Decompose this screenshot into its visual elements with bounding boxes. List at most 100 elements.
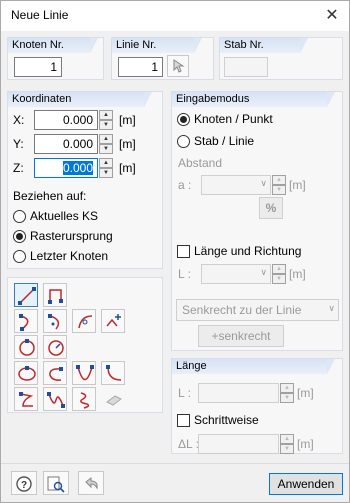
- group-knoten-header: Knoten Nr.: [8, 38, 98, 53]
- line-type-helix[interactable]: [72, 387, 96, 411]
- line-type-nurbs[interactable]: [43, 387, 67, 411]
- line-type-ellipse[interactable]: [14, 361, 38, 385]
- svg-text:?: ?: [21, 480, 27, 491]
- radio-letzter-knoten-label[interactable]: Letzter Knoten: [30, 249, 108, 263]
- nurbs-icon: [47, 392, 65, 408]
- group-eingabemodus-header: Eingabemodus: [172, 92, 335, 107]
- help-button[interactable]: ?: [11, 471, 37, 495]
- eraser-icon: [106, 395, 122, 406]
- radio-stab-linie[interactable]: [177, 135, 190, 148]
- line-type-spline-points[interactable]: [101, 309, 125, 333]
- polyline-icon: [48, 289, 63, 304]
- helix-icon: [80, 392, 90, 409]
- line-type-circle-center[interactable]: [43, 335, 67, 359]
- stab-nr-field[interactable]: [224, 57, 268, 77]
- group-laenge: Länge L : ▲ ▼ [m] Schrittweise ΔL : ▲ ▼ [m…: [171, 358, 343, 454]
- line-type-polyline[interactable]: [43, 283, 67, 307]
- help-icon: ?: [16, 476, 32, 492]
- laenge-combo[interactable]: ∨: [201, 264, 271, 284]
- pick-pointer-icon: [173, 59, 185, 73]
- arc-tangent-icon: [78, 315, 93, 329]
- z-label: Z:: [13, 161, 24, 175]
- laenge-spinner[interactable]: ▲ ▼: [272, 264, 286, 284]
- line-type-arc[interactable]: [14, 309, 38, 333]
- laenge-l-spinner[interactable]: ▲ ▼: [280, 383, 294, 403]
- abstand-combo[interactable]: ∨: [201, 175, 271, 195]
- richtung-select[interactable]: Senkrecht zu der Linie ∨: [176, 299, 339, 321]
- delta-l-input[interactable]: [198, 434, 279, 454]
- z-input[interactable]: 0.000: [34, 158, 98, 178]
- x-input[interactable]: 0.000: [34, 110, 98, 130]
- abstand-spinner[interactable]: ▲ ▼: [272, 175, 286, 195]
- z-spinner[interactable]: ▲ ▼: [99, 158, 113, 178]
- line-type-elliptic-arc[interactable]: [43, 361, 67, 385]
- footer-separator: [1, 463, 349, 464]
- polyline-curve-icon: [19, 392, 34, 407]
- delta-l-label: ΔL :: [178, 437, 199, 451]
- radio-knoten-punkt[interactable]: [177, 113, 190, 126]
- abstand-unit: [m]: [289, 178, 306, 192]
- radio-rasterursprung-label[interactable]: Rasterursprung: [30, 229, 113, 243]
- abstand-label: Abstand: [178, 156, 223, 170]
- laenge-l-input[interactable]: [198, 383, 279, 403]
- delta-l-spinner[interactable]: ▲ ▼: [280, 434, 294, 454]
- radio-aktuelles-ks-label[interactable]: Aktuelles KS: [30, 209, 98, 223]
- schrittweise-label[interactable]: Schrittweise: [194, 413, 259, 427]
- line-type-eraser[interactable]: [101, 387, 125, 411]
- group-linie-header: Linie Nr.: [112, 38, 202, 53]
- delta-l-unit: [m]: [297, 437, 314, 451]
- curve-icon: [106, 365, 122, 381]
- linie-nr-field[interactable]: 1: [118, 57, 163, 77]
- radio-rasterursprung[interactable]: [13, 230, 26, 243]
- laenge-richtung-checkbox[interactable]: [177, 245, 190, 258]
- undo-icon: [85, 476, 98, 490]
- a-label: a :: [178, 178, 192, 192]
- search-button[interactable]: [43, 471, 69, 495]
- parabola-icon: [76, 365, 94, 381]
- group-stab-header: Stab Nr.: [220, 38, 308, 53]
- laenge-l-unit: [m]: [297, 386, 314, 400]
- schrittweise-checkbox[interactable]: [177, 414, 190, 427]
- y-input[interactable]: 0.000: [34, 134, 98, 154]
- percent-button[interactable]: %: [259, 197, 283, 219]
- beziehen-label: Beziehen auf:: [13, 189, 87, 203]
- arc-icon: [19, 314, 29, 331]
- radio-aktuelles-ks[interactable]: [13, 210, 26, 223]
- pick-line-button[interactable]: [167, 55, 189, 77]
- group-knoten: Knoten Nr. 1: [7, 37, 104, 80]
- x-spinner[interactable]: ▲ ▼: [99, 110, 113, 130]
- line-type-circle[interactable]: [14, 335, 38, 359]
- arc-center-icon: [48, 314, 60, 330]
- knoten-nr-field[interactable]: 1: [14, 57, 62, 77]
- group-koordinaten: Koordinaten X: 0.000 ▲ ▼ [m] Y: 0.000 ▲ ▼ …: [7, 91, 163, 269]
- ellipse-icon: [18, 366, 36, 381]
- anwenden-button[interactable]: Anwenden: [269, 473, 343, 495]
- line-type-curve[interactable]: [101, 361, 125, 385]
- line-type-arc-tangent[interactable]: [72, 309, 96, 333]
- title-bar: Neue Linie ✕: [1, 1, 349, 31]
- x-label: X:: [13, 113, 25, 127]
- x-unit: [m]: [119, 113, 136, 127]
- radio-stab-linie-label[interactable]: Stab / Linie: [194, 134, 254, 148]
- group-linientyp: [7, 277, 163, 413]
- radio-letzter-knoten[interactable]: [13, 250, 26, 263]
- circle-icon: [19, 339, 35, 356]
- line-type-polyline-curve[interactable]: [14, 387, 38, 411]
- y-spinner[interactable]: ▲ ▼: [99, 134, 113, 154]
- group-stab: Stab Nr.: [219, 37, 343, 80]
- radio-knoten-punkt-label[interactable]: Knoten / Punkt: [194, 112, 273, 126]
- undo-button[interactable]: [78, 471, 104, 495]
- search-icon: [47, 476, 65, 493]
- line-type-parabola[interactable]: [72, 361, 96, 385]
- line-type-arc-center[interactable]: [43, 309, 67, 333]
- y-unit: [m]: [119, 137, 136, 151]
- close-button[interactable]: ✕: [319, 3, 345, 29]
- plus-senkrecht-button[interactable]: +senkrecht: [198, 325, 284, 347]
- window-title: Neue Linie: [11, 8, 69, 22]
- elliptic-arc-icon: [49, 367, 63, 381]
- z-unit: [m]: [119, 161, 136, 175]
- line-type-line[interactable]: [14, 283, 38, 307]
- laenge-richtung-label[interactable]: Länge und Richtung: [194, 244, 301, 258]
- spline-points-icon: [106, 314, 121, 327]
- richtung-select-value: Senkrecht zu der Linie: [182, 303, 302, 317]
